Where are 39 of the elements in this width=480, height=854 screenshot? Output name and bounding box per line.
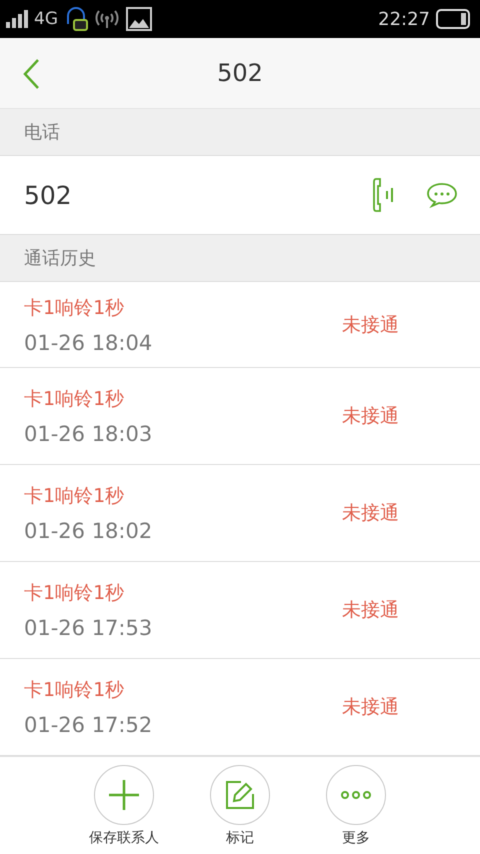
call-description: 卡1响铃1秒: [24, 581, 126, 606]
more-icon: [341, 791, 371, 799]
call-time: 01-26 17:53: [24, 616, 154, 640]
call-description: 卡1响铃1秒: [24, 387, 126, 412]
call-status: 未接通: [342, 312, 399, 338]
battery-icon: [436, 9, 470, 29]
call-status: 未接通: [342, 501, 399, 526]
header-title: 502: [217, 59, 263, 87]
phone-call-icon[interactable]: [372, 177, 396, 213]
network-type: 4G: [34, 9, 58, 29]
call-status: 未接通: [342, 598, 399, 623]
phone-number: 502: [24, 180, 72, 210]
call-status: 未接通: [342, 695, 399, 720]
signal-icon: [6, 10, 28, 28]
section-header: 电话: [0, 109, 480, 156]
call-log-row[interactable]: 卡1响铃1秒 01-26 18:04 未接通: [0, 282, 480, 368]
section-header: 通话历史: [0, 235, 480, 282]
hotspot-icon: [94, 8, 120, 30]
call-log-row[interactable]: 卡1响铃1秒 01-26 17:53 未接通: [0, 562, 480, 659]
call-log-row[interactable]: 卡1响铃1秒 01-26 18:02 未接通: [0, 465, 480, 562]
action-label: 更多: [342, 829, 370, 847]
message-icon[interactable]: [426, 182, 458, 208]
action-label: 保存联系人: [89, 829, 159, 847]
back-icon[interactable]: [22, 58, 40, 90]
call-time: 01-26 18:02: [24, 519, 154, 543]
call-description: 卡1响铃1秒: [24, 678, 126, 703]
edit-icon: [225, 780, 255, 810]
call-status: 未接通: [342, 404, 399, 429]
action-label: 标记: [226, 829, 254, 847]
call-description: 卡1响铃1秒: [24, 296, 126, 320]
headset-icon: [64, 6, 88, 32]
call-description: 卡1响铃1秒: [24, 484, 126, 509]
call-log-row[interactable]: 卡1响铃1秒 01-26 18:03 未接通: [0, 368, 480, 465]
plus-icon: [108, 779, 140, 811]
image-icon: [126, 7, 152, 31]
call-time: 01-26 17:52: [24, 713, 154, 737]
call-time: 01-26 18:03: [24, 422, 154, 446]
call-time: 01-26 18:04: [24, 330, 154, 354]
clock-time: 22:27: [378, 8, 430, 30]
